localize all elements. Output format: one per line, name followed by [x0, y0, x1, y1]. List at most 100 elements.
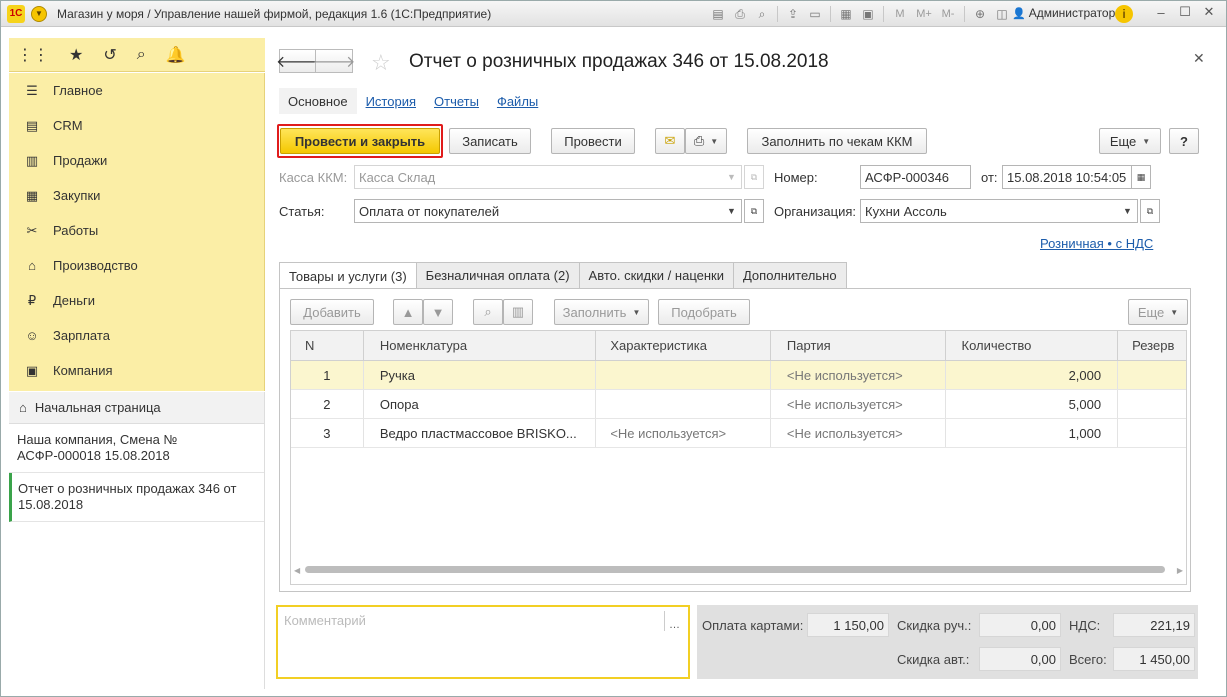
org-open-icon[interactable]: ⧉: [1140, 199, 1160, 223]
barcode-icon[interactable]: ▥: [503, 299, 533, 325]
calendar-icon[interactable]: ▣: [859, 5, 877, 23]
row-number: 3: [291, 419, 364, 447]
sidebar-item-money[interactable]: ₽ Деньги: [9, 283, 264, 318]
kassa-open-icon[interactable]: ⧉: [744, 165, 764, 189]
table-row[interactable]: 1 Ручка <Не используется> 2,000: [291, 361, 1186, 390]
help-button[interactable]: ?: [1169, 128, 1199, 154]
minimize-icon[interactable]: –: [1153, 4, 1169, 20]
post-button[interactable]: Провести: [551, 128, 635, 154]
tab-card-payments[interactable]: Безналичная оплата (2): [415, 262, 580, 288]
print-icon[interactable]: ⎙: [731, 5, 749, 23]
search-icon[interactable]: ⌕: [137, 46, 146, 64]
tab-additional[interactable]: Дополнительно: [732, 262, 847, 288]
form-tabs: Основное История Отчеты Файлы: [279, 88, 987, 114]
org-field[interactable]: Кухни Ассоль: [860, 199, 1120, 223]
column-header[interactable]: N: [291, 331, 364, 360]
save-icon[interactable]: ▤: [709, 5, 727, 23]
scroll-left-icon[interactable]: ◀: [294, 566, 300, 575]
tab-main[interactable]: Основное: [279, 88, 357, 114]
maximize-icon[interactable]: ☐: [1177, 4, 1193, 20]
app-logo[interactable]: 1С: [7, 4, 25, 23]
scroll-right-icon[interactable]: ▶: [1177, 566, 1183, 575]
info-icon[interactable]: i: [1115, 5, 1133, 23]
open-window-item-active[interactable]: Отчет о розничных продажах 346 от 15.08.…: [9, 473, 264, 522]
date-field[interactable]: 15.08.2018 10:54:05: [1002, 165, 1132, 189]
tab-reports[interactable]: Отчеты: [425, 88, 488, 114]
add-row-button[interactable]: Добавить: [290, 299, 374, 325]
sidebar-item-sales[interactable]: ▥ Продажи: [9, 143, 264, 178]
statya-open-icon[interactable]: ⧉: [744, 199, 764, 223]
statya-field[interactable]: Оплата от покупателей: [354, 199, 724, 223]
window-title: Магазин у моря / Управление нашей фирмой…: [57, 6, 492, 21]
move-down-icon[interactable]: ▼: [423, 299, 453, 325]
table-more-button[interactable]: Еще ▼: [1128, 299, 1188, 325]
bell-icon[interactable]: 🔔: [166, 45, 186, 65]
post-and-close-button[interactable]: Провести и закрыть: [280, 128, 440, 154]
forward-arrow-icon[interactable]: 🡒: [313, 49, 355, 73]
favorite-star-icon[interactable]: ☆: [371, 50, 391, 76]
memory-button[interactable]: M: [890, 8, 910, 20]
tab-files[interactable]: Файлы: [488, 88, 547, 114]
sidebar-item-company[interactable]: ▣ Компания: [9, 353, 264, 388]
calendar-icon[interactable]: ▦: [1131, 165, 1151, 189]
column-header[interactable]: Количество: [946, 331, 1119, 360]
sidebar-item-label: Компания: [53, 363, 113, 378]
sidebar-item-production[interactable]: ⌂ Производство: [9, 248, 264, 283]
zoom-icon[interactable]: ⊕: [971, 5, 989, 23]
panel-icon[interactable]: ◫: [993, 5, 1011, 23]
barcode-search-icon[interactable]: ⌕: [473, 299, 503, 325]
column-header[interactable]: Резерв: [1118, 331, 1186, 360]
memory-plus-button[interactable]: M+: [914, 8, 934, 20]
tab-auto-discounts[interactable]: Авто. скидки / наценки: [578, 262, 734, 288]
home-page-link[interactable]: ⌂ Начальная страница: [9, 392, 264, 424]
upload-icon[interactable]: ⇪: [784, 5, 802, 23]
sidebar-item-works[interactable]: ✂ Работы: [9, 213, 264, 248]
column-header[interactable]: Номенклатура: [364, 331, 597, 360]
save-button[interactable]: Записать: [449, 128, 531, 154]
favorites-star-icon[interactable]: ★: [69, 45, 83, 65]
table-row[interactable]: 2 Опора <Не используется> 5,000: [291, 390, 1186, 419]
memory-minus-button[interactable]: M-: [938, 8, 958, 20]
close-form-icon[interactable]: ✕: [1193, 50, 1205, 67]
print-menu-button[interactable]: ⎙ ▼: [685, 128, 727, 154]
sidebar-item-main[interactable]: ☰ Главное: [9, 73, 264, 108]
fill-table-button[interactable]: Заполнить ▼: [554, 299, 649, 325]
user-menu[interactable]: 👤 Администратор: [1012, 6, 1115, 20]
comment-expand-icon[interactable]: …: [664, 611, 684, 631]
row-quantity-value: 5,000: [1068, 396, 1102, 412]
horizontal-scrollbar[interactable]: [305, 566, 1165, 573]
document-icon[interactable]: ▭: [806, 5, 824, 23]
fill-table-label: Заполнить: [562, 304, 627, 320]
number-field[interactable]: АСФР-000346: [860, 165, 971, 189]
move-up-icon[interactable]: ▲: [393, 299, 423, 325]
org-dropdown-icon[interactable]: ▼: [1118, 199, 1138, 223]
more-button[interactable]: Еще ▼: [1099, 128, 1161, 154]
apps-grid-icon[interactable]: ⋮⋮: [17, 45, 49, 65]
kassa-field[interactable]: Касса Склад: [354, 165, 724, 189]
history-icon[interactable]: ↺: [103, 45, 116, 65]
preview-icon[interactable]: ⌕: [753, 5, 771, 23]
sidebar-item-purchases[interactable]: ▦ Закупки: [9, 178, 264, 213]
calculator-icon[interactable]: ▦: [837, 5, 855, 23]
printer-icon: ⎙: [693, 133, 705, 148]
statya-dropdown-icon[interactable]: ▼: [722, 199, 742, 223]
close-window-icon[interactable]: ✕: [1201, 4, 1217, 20]
main-menu-icon[interactable]: ▼: [31, 5, 47, 22]
column-header[interactable]: Характеристика: [596, 331, 771, 360]
comment-field[interactable]: Комментарий …: [276, 605, 690, 679]
pick-button[interactable]: Подобрать: [658, 299, 750, 325]
cart-icon: ▥: [25, 152, 39, 168]
row-batch: <Не используется>: [771, 419, 946, 447]
fill-from-kkm-button[interactable]: Заполнить по чекам ККМ: [747, 128, 927, 154]
tab-history[interactable]: История: [357, 88, 425, 114]
sidebar-item-crm[interactable]: ▤ CRM: [9, 108, 264, 143]
tab-goods[interactable]: Товары и услуги (3): [279, 262, 417, 289]
back-arrow-icon[interactable]: 🡐: [276, 49, 319, 73]
column-header[interactable]: Партия: [771, 331, 946, 360]
tax-mode-link[interactable]: Розничная • с НДС: [1040, 236, 1153, 251]
open-window-item[interactable]: Наша компания, Смена № АСФР-000018 15.08…: [9, 424, 264, 473]
mail-icon[interactable]: ✉: [655, 128, 685, 154]
table-row[interactable]: 3 Ведро пластмассовое BRISKO... <Не испо…: [291, 419, 1186, 448]
kassa-dropdown-icon[interactable]: ▼: [722, 165, 742, 189]
sidebar-item-salary[interactable]: ☺ Зарплата: [9, 318, 264, 353]
